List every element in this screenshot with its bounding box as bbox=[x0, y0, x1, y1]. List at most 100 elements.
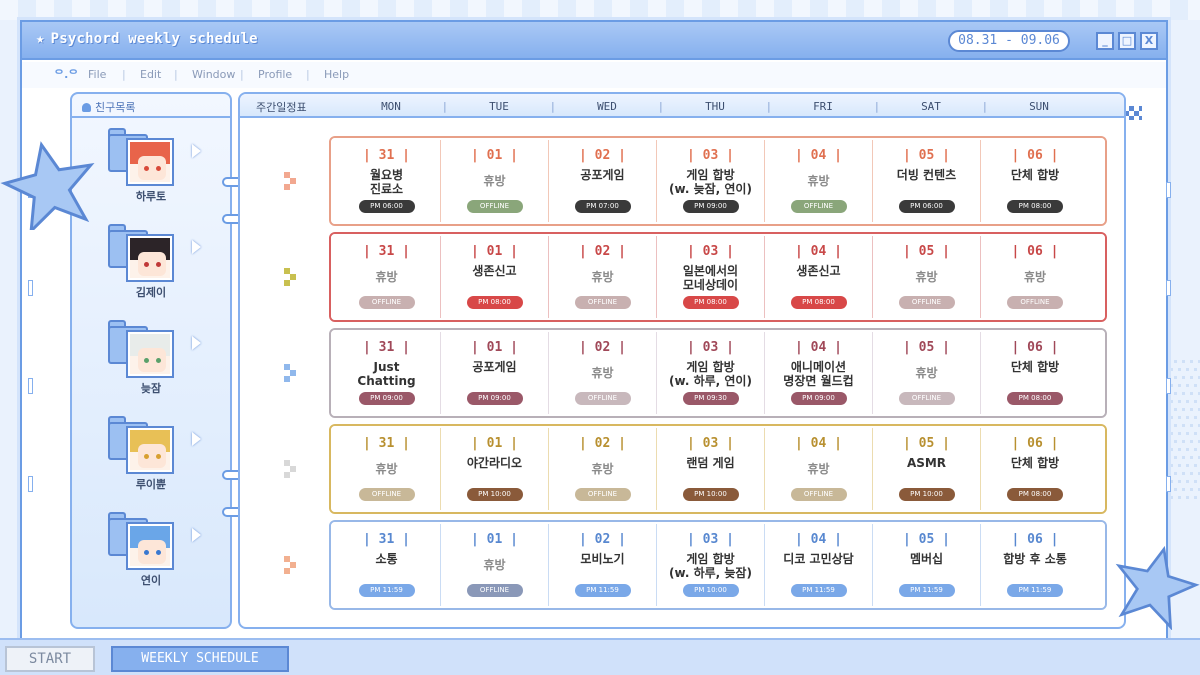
cell-title: 단체 합방 bbox=[1010, 168, 1060, 182]
close-button[interactable]: X bbox=[1140, 32, 1158, 50]
row-marker-icon bbox=[284, 268, 298, 286]
menu-profile[interactable]: Profile bbox=[258, 68, 292, 81]
folder-icon bbox=[108, 416, 176, 474]
schedule-cell[interactable]: | 03 | 랜덤 게임 PM 10:00 bbox=[657, 428, 765, 510]
date-range-badge: 08.31 - 09.06 bbox=[948, 30, 1070, 52]
schedule-cell[interactable]: | 06 | 휴방 OFFLINE bbox=[981, 236, 1089, 318]
cell-title: ASMR bbox=[906, 456, 947, 470]
schedule-cell[interactable]: | 01 | 야간라디오 PM 10:00 bbox=[441, 428, 549, 510]
play-arrow-icon[interactable] bbox=[192, 240, 201, 254]
cell-date: | 06 | bbox=[1011, 436, 1059, 451]
schedule-cell[interactable]: | 31 | Just Chatting PM 09:00 bbox=[333, 332, 441, 414]
friend-item[interactable]: 루이쁀 bbox=[72, 410, 230, 502]
play-arrow-icon[interactable] bbox=[192, 336, 201, 350]
schedule-cell[interactable]: | 03 | 게임 합방 (w. 하루, 연이) PM 09:30 bbox=[657, 332, 765, 414]
maximize-button[interactable]: □ bbox=[1118, 32, 1136, 50]
schedule-cell[interactable]: | 01 | 공포게임 PM 09:00 bbox=[441, 332, 549, 414]
schedule-cell[interactable]: | 02 | 휴방 OFFLINE bbox=[549, 236, 657, 318]
schedule-cell[interactable]: | 31 | 소통 PM 11:59 bbox=[333, 524, 441, 606]
schedule-cell[interactable]: | 04 | 휴방 OFFLINE bbox=[765, 428, 873, 510]
schedule-cell[interactable]: | 31 | 월요병 진료소 PM 06:00 bbox=[333, 140, 441, 222]
cell-title: 공포게임 bbox=[580, 168, 625, 182]
schedule-cell[interactable]: | 05 | 더빙 컨텐츠 PM 06:00 bbox=[873, 140, 981, 222]
schedule-cell[interactable]: | 05 | 휴방 OFFLINE bbox=[873, 236, 981, 318]
schedule-cell[interactable]: | 02 | 휴방 OFFLINE bbox=[549, 332, 657, 414]
menu-help[interactable]: Help bbox=[324, 68, 349, 81]
schedule-cell[interactable]: | 01 | 휴방 OFFLINE bbox=[441, 140, 549, 222]
schedule-cell[interactable]: | 31 | 휴방 OFFLINE bbox=[333, 236, 441, 318]
cell-date: | 06 | bbox=[1011, 340, 1059, 355]
cell-title: 휴방 bbox=[915, 270, 938, 284]
menu-file[interactable]: File bbox=[88, 68, 106, 81]
title-bar[interactable]: ★ Psychord weekly schedule 08.31 - 09.06 … bbox=[22, 22, 1166, 60]
schedule-cell[interactable]: | 06 | 단체 합방 PM 08:00 bbox=[981, 140, 1089, 222]
sidebar-title: 친구목록 bbox=[95, 101, 136, 114]
marker-pixel bbox=[284, 184, 290, 190]
cell-title: 휴방 bbox=[483, 558, 506, 572]
friend-item[interactable]: 늦잠 bbox=[72, 314, 230, 406]
time-badge: PM 08:00 bbox=[790, 296, 847, 309]
avatar-eye bbox=[144, 262, 149, 267]
menu-window[interactable]: Window bbox=[192, 68, 235, 81]
cell-date: | 03 | bbox=[687, 148, 734, 163]
schedule-cell[interactable]: | 05 | 멤버십 PM 11:59 bbox=[873, 524, 981, 606]
cell-date: | 05 | bbox=[903, 436, 950, 451]
app-logo-icon: ᄋ.ᄋ bbox=[54, 68, 79, 81]
schedule-cell[interactable]: | 04 | 휴방 OFFLINE bbox=[765, 140, 873, 222]
schedule-cell[interactable]: | 04 | 생존신고 PM 08:00 bbox=[765, 236, 873, 318]
time-badge: PM 11:59 bbox=[898, 584, 955, 597]
avatar bbox=[126, 522, 174, 570]
schedule-cell[interactable]: | 31 | 휴방 OFFLINE bbox=[333, 428, 441, 510]
time-badge: OFFLINE bbox=[574, 488, 631, 501]
app-window: ★ Psychord weekly schedule 08.31 - 09.06 … bbox=[20, 20, 1168, 640]
cell-date: | 02 | bbox=[579, 340, 626, 355]
row-marker-icon bbox=[284, 364, 298, 382]
schedule-cell[interactable]: | 03 | 일본에서의 모네상데이 PM 08:00 bbox=[657, 236, 765, 318]
play-arrow-icon[interactable] bbox=[192, 144, 201, 158]
cell-title: 단체 합방 bbox=[1010, 360, 1060, 374]
cell-title: 휴방 bbox=[807, 462, 830, 476]
schedule-cell[interactable]: | 06 | 단체 합방 PM 08:00 bbox=[981, 428, 1089, 510]
time-badge: PM 06:00 bbox=[898, 200, 955, 213]
minimize-button[interactable]: _ bbox=[1096, 32, 1114, 50]
friend-name: 늦잠 bbox=[140, 382, 162, 395]
avatar bbox=[126, 330, 174, 378]
schedule-cell[interactable]: | 01 | 휴방 OFFLINE bbox=[441, 524, 549, 606]
schedule-cell[interactable]: | 02 | 휴방 OFFLINE bbox=[549, 428, 657, 510]
schedule-cell[interactable]: | 01 | 생존신고 PM 08:00 bbox=[441, 236, 549, 318]
schedule-cell[interactable]: | 05 | 휴방 OFFLINE bbox=[873, 332, 981, 414]
time-badge: PM 10:00 bbox=[682, 488, 739, 501]
schedule-cell[interactable]: | 02 | 공포게임 PM 07:00 bbox=[549, 140, 657, 222]
friend-item[interactable]: 연이 bbox=[72, 506, 230, 598]
schedule-cell[interactable]: | 04 | 디코 고민상담 PM 11:59 bbox=[765, 524, 873, 606]
taskbar-weekly-schedule[interactable]: WEEKLY SCHEDULE bbox=[111, 646, 289, 672]
row-marker-icon bbox=[284, 556, 298, 574]
cell-date: | 04 | bbox=[795, 148, 842, 163]
time-badge: PM 11:59 bbox=[1007, 584, 1063, 597]
marker-pixel bbox=[290, 274, 296, 280]
cell-date: | 31 | bbox=[363, 340, 410, 355]
play-arrow-icon[interactable] bbox=[192, 432, 201, 446]
avatar-eye bbox=[156, 358, 161, 363]
schedule-cell[interactable]: | 04 | 애니메이션 명장면 월드컵 PM 09:00 bbox=[765, 332, 873, 414]
play-arrow-icon[interactable] bbox=[192, 528, 201, 542]
avatar-face bbox=[138, 540, 166, 564]
cell-title: 휴방 bbox=[483, 174, 506, 188]
schedule-cell[interactable]: | 03 | 게임 합방 (w. 늦잠, 연이) PM 09:00 bbox=[657, 140, 765, 222]
cell-title: 게임 합방 (w. 하루, 늦잠) bbox=[669, 552, 752, 580]
menu-edit[interactable]: Edit bbox=[140, 68, 161, 81]
menu-separator: | bbox=[306, 68, 310, 81]
menu-separator: | bbox=[240, 68, 244, 81]
cell-date: | 01 | bbox=[471, 340, 518, 355]
cell-date: | 05 | bbox=[903, 244, 950, 259]
schedule-cell[interactable]: | 02 | 모비노기 PM 11:59 bbox=[549, 524, 657, 606]
schedule-cell[interactable]: | 05 | ASMR PM 10:00 bbox=[873, 428, 981, 510]
avatar-eye bbox=[144, 166, 149, 171]
start-button[interactable]: START bbox=[5, 646, 95, 672]
schedule-cell[interactable]: | 06 | 단체 합방 PM 08:00 bbox=[981, 332, 1089, 414]
star-decoration-left bbox=[0, 141, 95, 230]
schedule-cell[interactable]: | 06 | 합방 후 소통 PM 11:59 bbox=[981, 524, 1089, 606]
schedule-cell[interactable]: | 03 | 게임 합방 (w. 하루, 늦잠) PM 10:00 bbox=[657, 524, 765, 606]
time-badge: OFFLINE bbox=[790, 200, 847, 213]
friend-item[interactable]: 김제이 bbox=[72, 218, 230, 310]
